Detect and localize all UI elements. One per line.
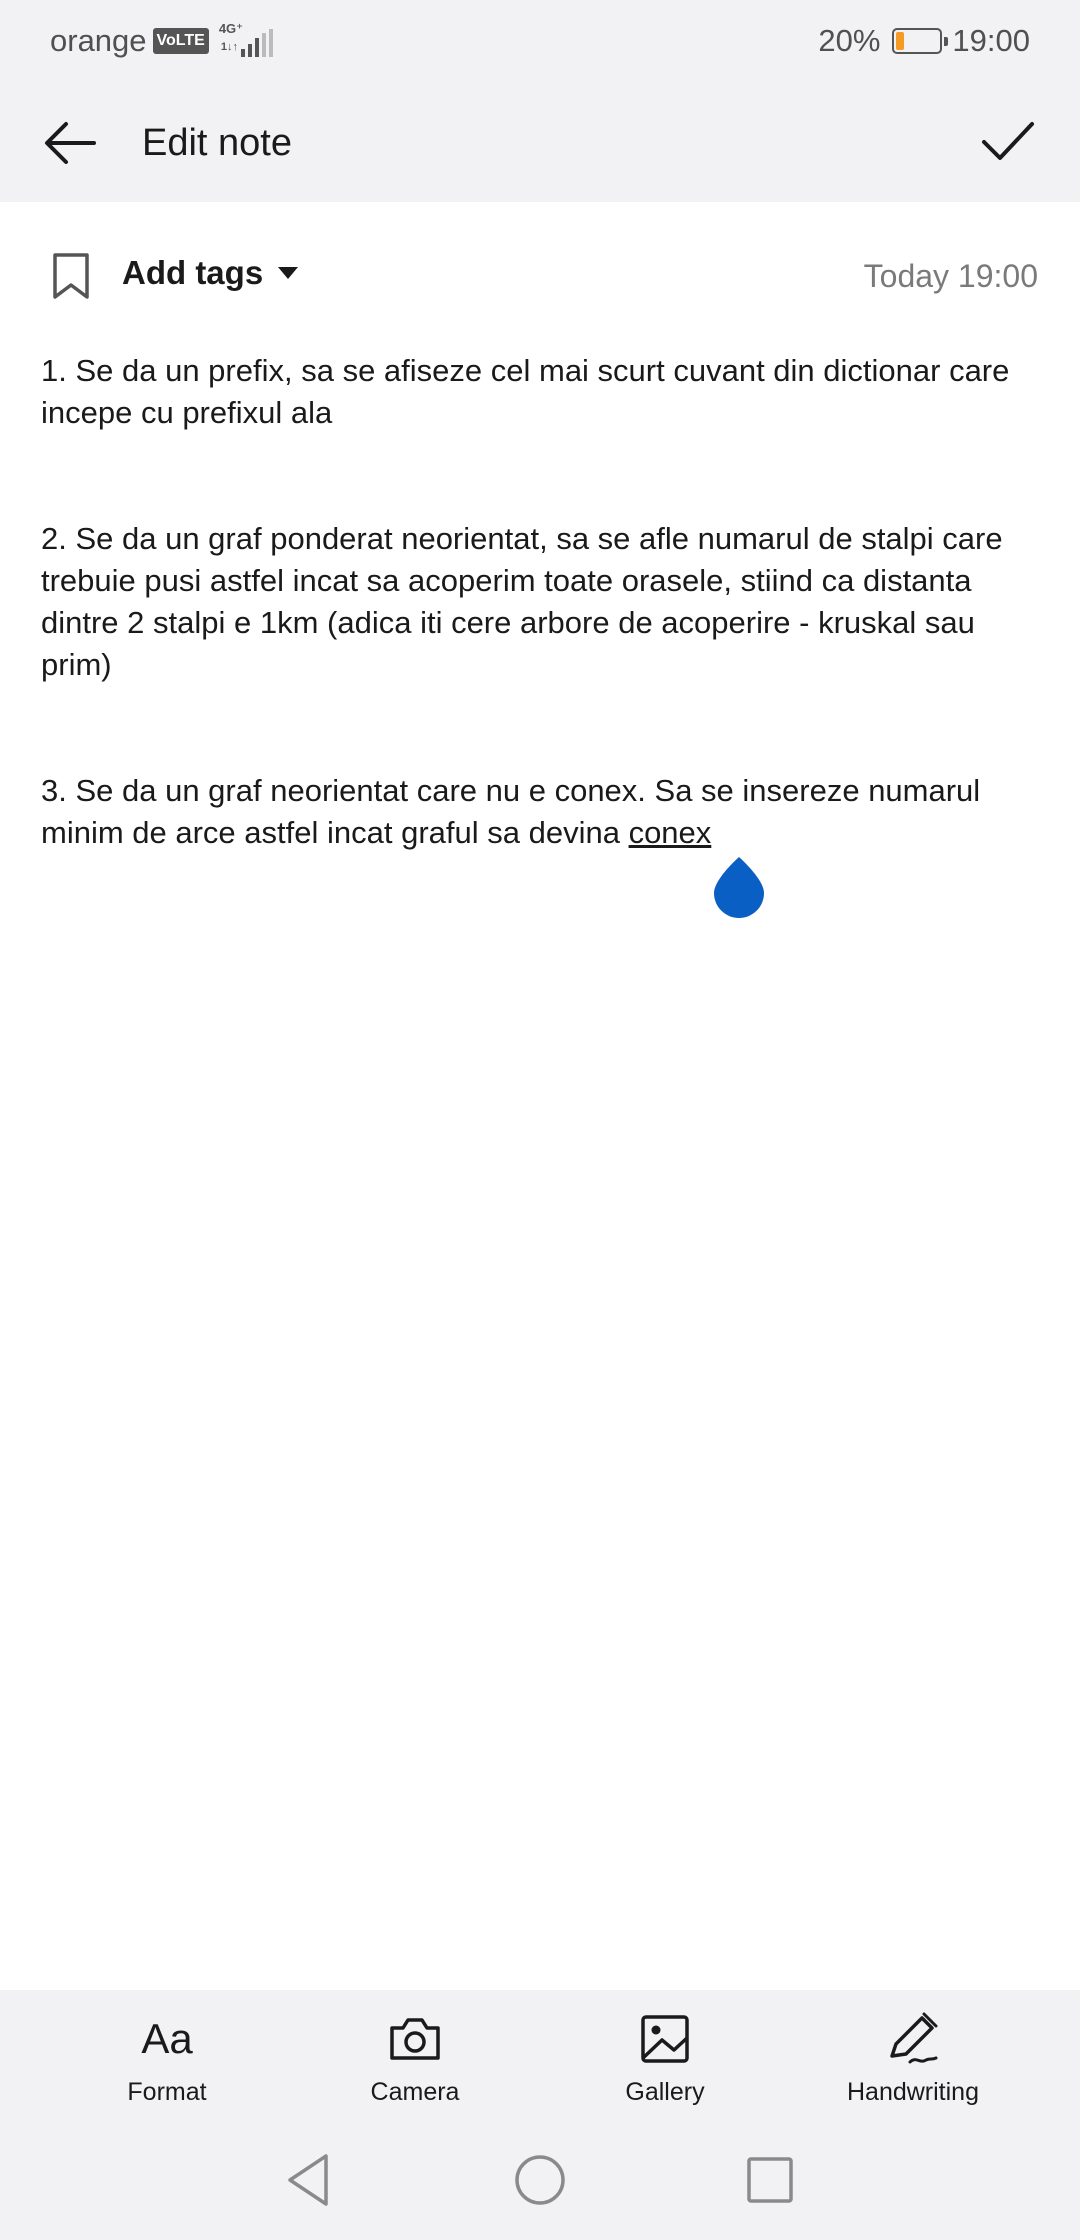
data-activity: 1↓↑ [220,41,238,53]
bookmark-icon[interactable] [52,252,90,300]
gallery-label: Gallery [625,2078,705,2106]
status-right: 20% 19:00 [818,23,1030,59]
battery-icon [892,28,949,54]
nav-back-triangle-icon [288,2154,328,2206]
status-left: orange VoLTE 4G⁺ 1↓↑ [50,21,277,61]
camera-label: Camera [370,2078,460,2106]
format-icon: Aa [141,2015,193,2062]
gallery-icon [640,2010,690,2068]
signal-icon [240,29,273,57]
note-paragraph-3-text: 3. Se da un graf neorientat care nu e co… [41,773,981,850]
gallery-button[interactable]: Gallery [555,2010,775,2120]
battery-percent: 20% [818,23,881,58]
app-bar: Edit note [0,82,1080,202]
handwriting-button[interactable]: Handwriting [803,2010,1023,2120]
network-indicator: 4G⁺ 1↓↑ [217,21,277,61]
add-tags-dropdown[interactable]: Add tags [122,254,299,292]
nav-home-button[interactable] [510,2150,570,2210]
nav-home-circle-icon [515,2155,565,2205]
system-nav-bar [0,2120,1080,2240]
add-tags-label: Add tags [122,254,264,291]
carrier-name: orange [50,23,147,58]
nav-recents-button[interactable] [740,2150,800,2210]
volte-badge: VoLTE [152,28,209,54]
note-timestamp: Today 19:00 [863,258,1038,294]
format-label: Format [127,2078,207,2106]
battery-fill [896,32,905,50]
clock: 19:00 [952,23,1030,58]
composing-word: conex [628,815,712,850]
save-button[interactable] [980,118,1036,164]
camera-button[interactable]: Camera [305,2010,525,2120]
back-button[interactable] [42,118,98,168]
nav-back-button[interactable] [280,2150,340,2210]
status-bar: orange VoLTE 4G⁺ 1↓↑ 20% 19:00 [0,0,1080,82]
tag-row: Add tags Today 19:00 [0,232,1080,316]
note-paragraph-3[interactable]: 3. Se da un graf neorientat care nu e co… [41,770,1041,854]
nav-recents-square-icon [747,2157,793,2203]
note-editor[interactable]: 1. Se da un prefix, sa se afiseze cel ma… [41,350,1041,854]
camera-icon [388,2010,442,2068]
page-title: Edit note [142,122,292,164]
triangle-down-icon [278,267,299,279]
pen-icon [886,2010,940,2068]
note-paragraph-2[interactable]: 2. Se da un graf ponderat neorientat, sa… [41,518,1041,686]
arrow-left-icon [45,122,96,164]
network-type: 4G⁺ [218,21,244,36]
cursor-handle[interactable] [712,855,766,919]
checkmark-icon [982,122,1034,160]
handwriting-label: Handwriting [846,2078,979,2106]
format-button[interactable]: Aa Format [57,2010,277,2120]
bottom-toolbar: Aa Format Camera Gallery Handwriting [0,1990,1080,2120]
note-paragraph-1[interactable]: 1. Se da un prefix, sa se afiseze cel ma… [41,350,1041,434]
